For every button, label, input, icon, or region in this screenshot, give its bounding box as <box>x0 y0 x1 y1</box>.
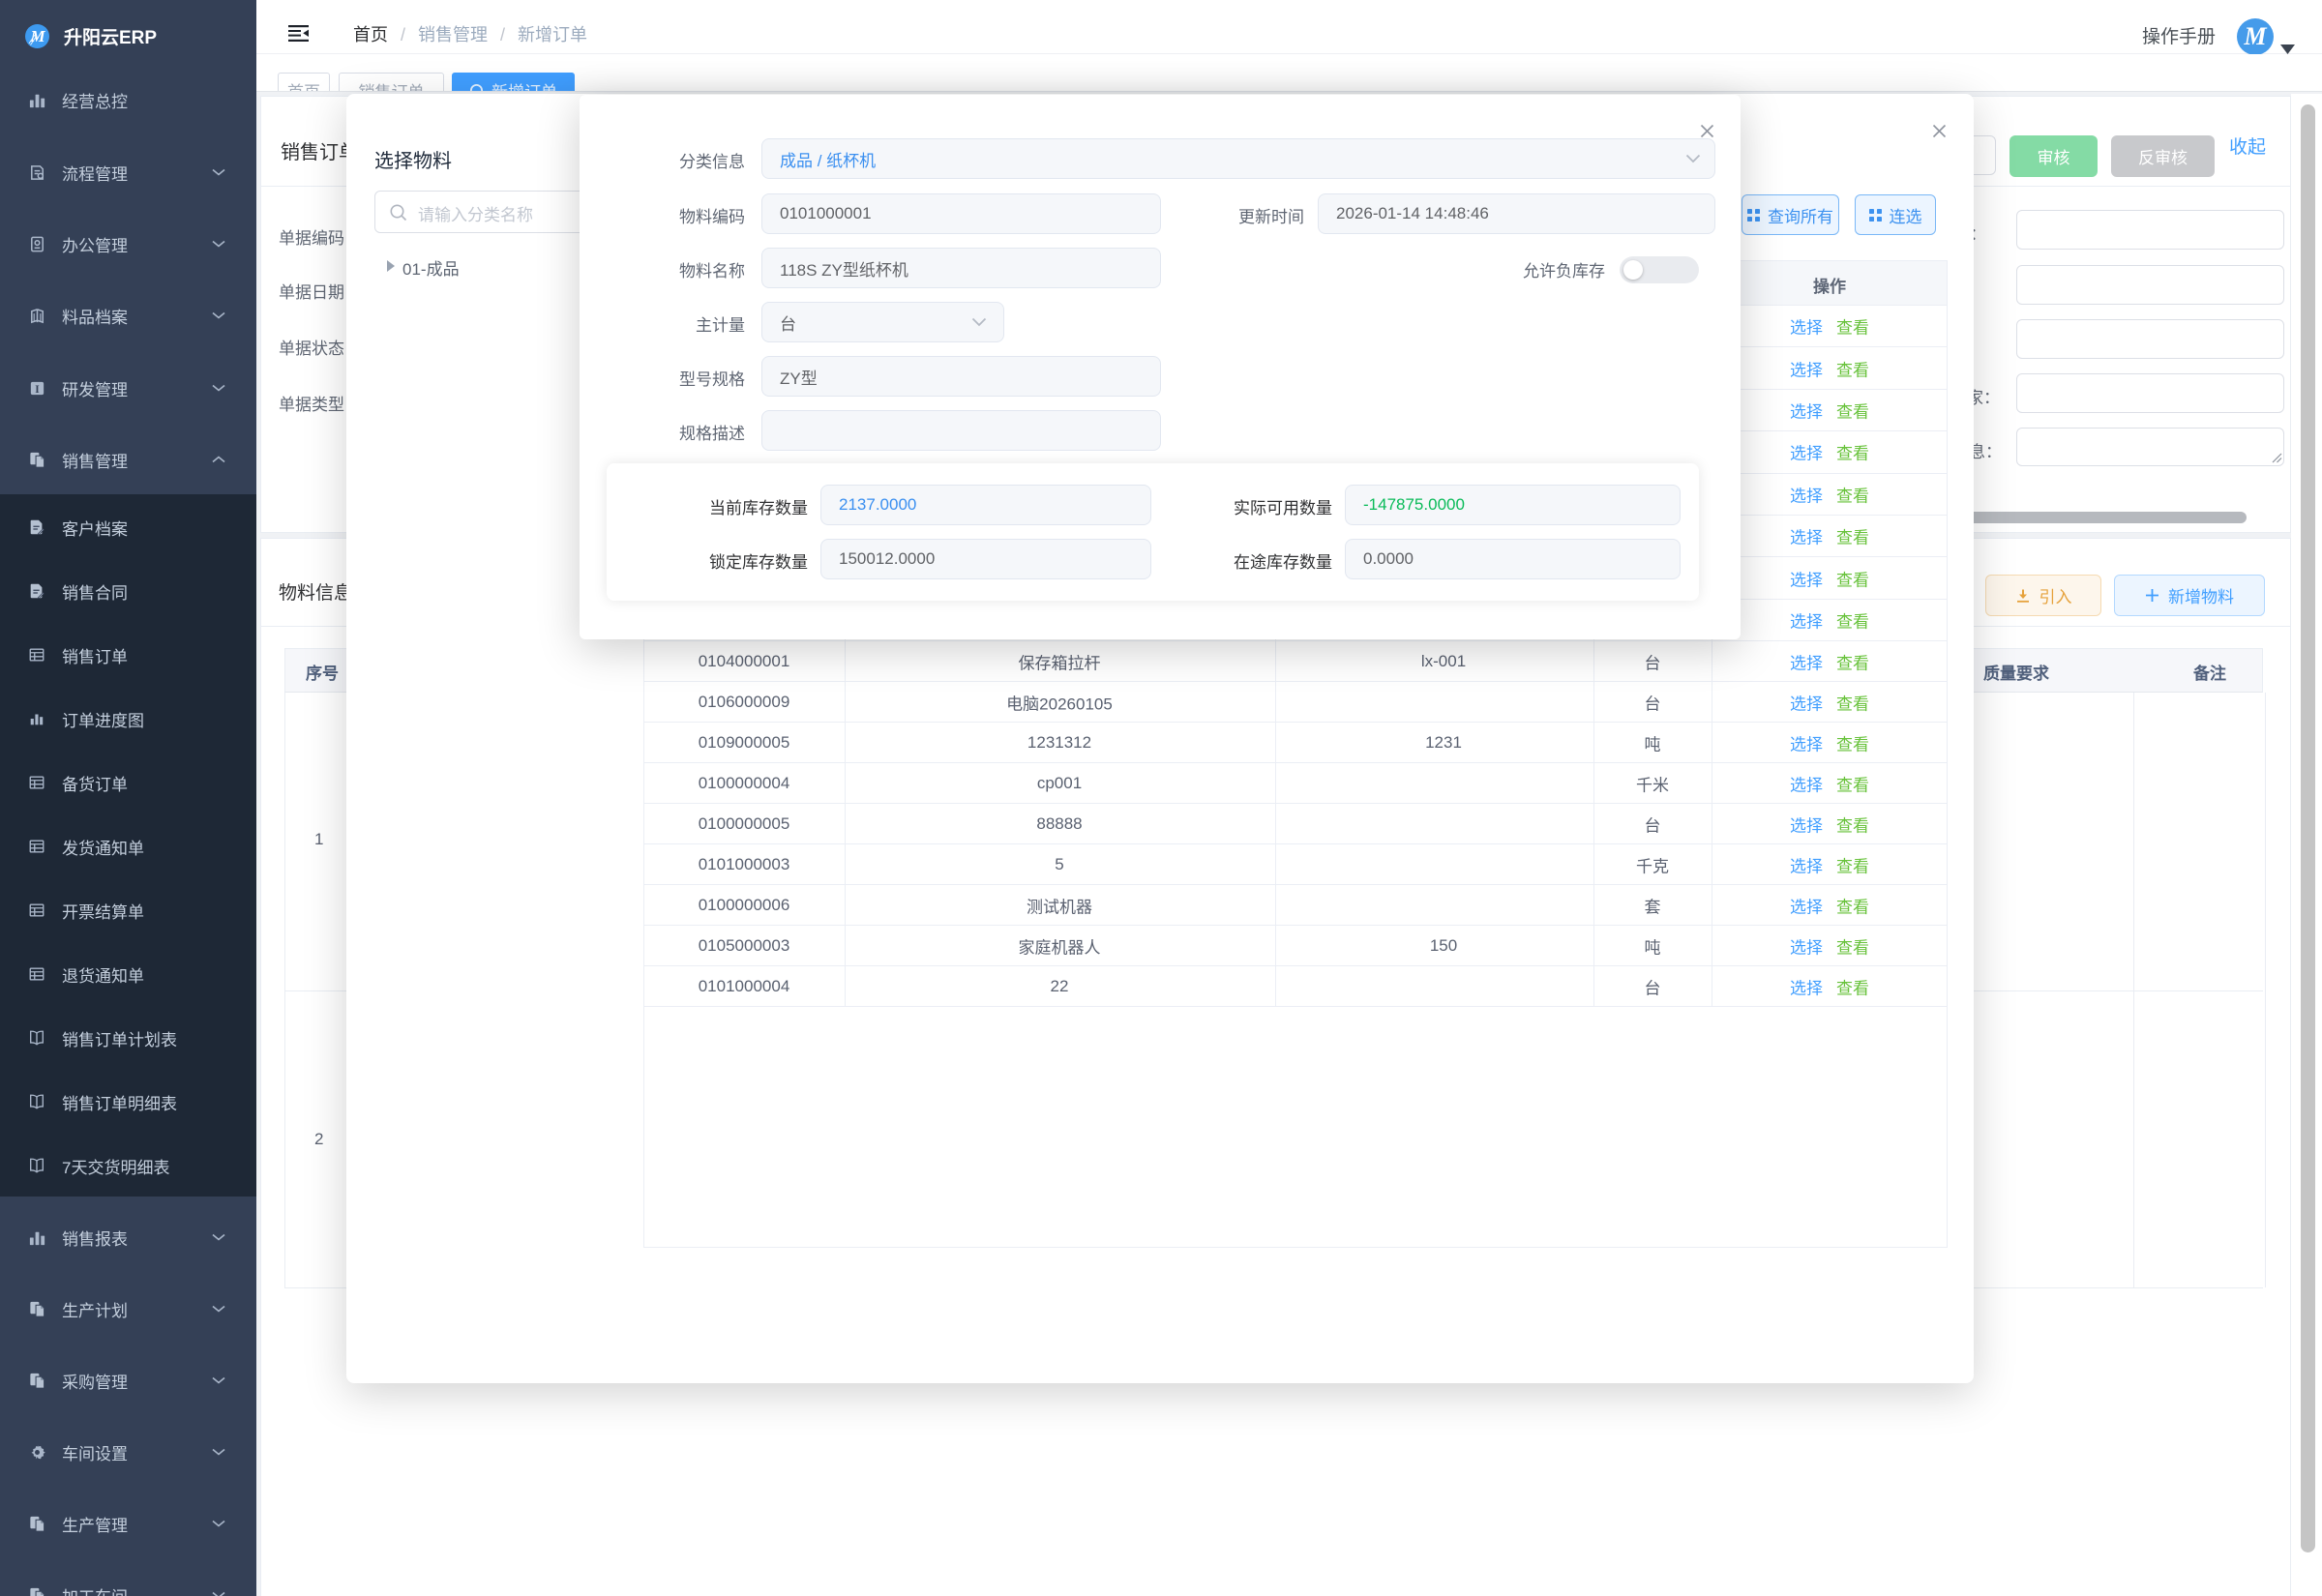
svg-text:I: I <box>35 383 40 395</box>
svg-text:M: M <box>2243 22 2267 50</box>
